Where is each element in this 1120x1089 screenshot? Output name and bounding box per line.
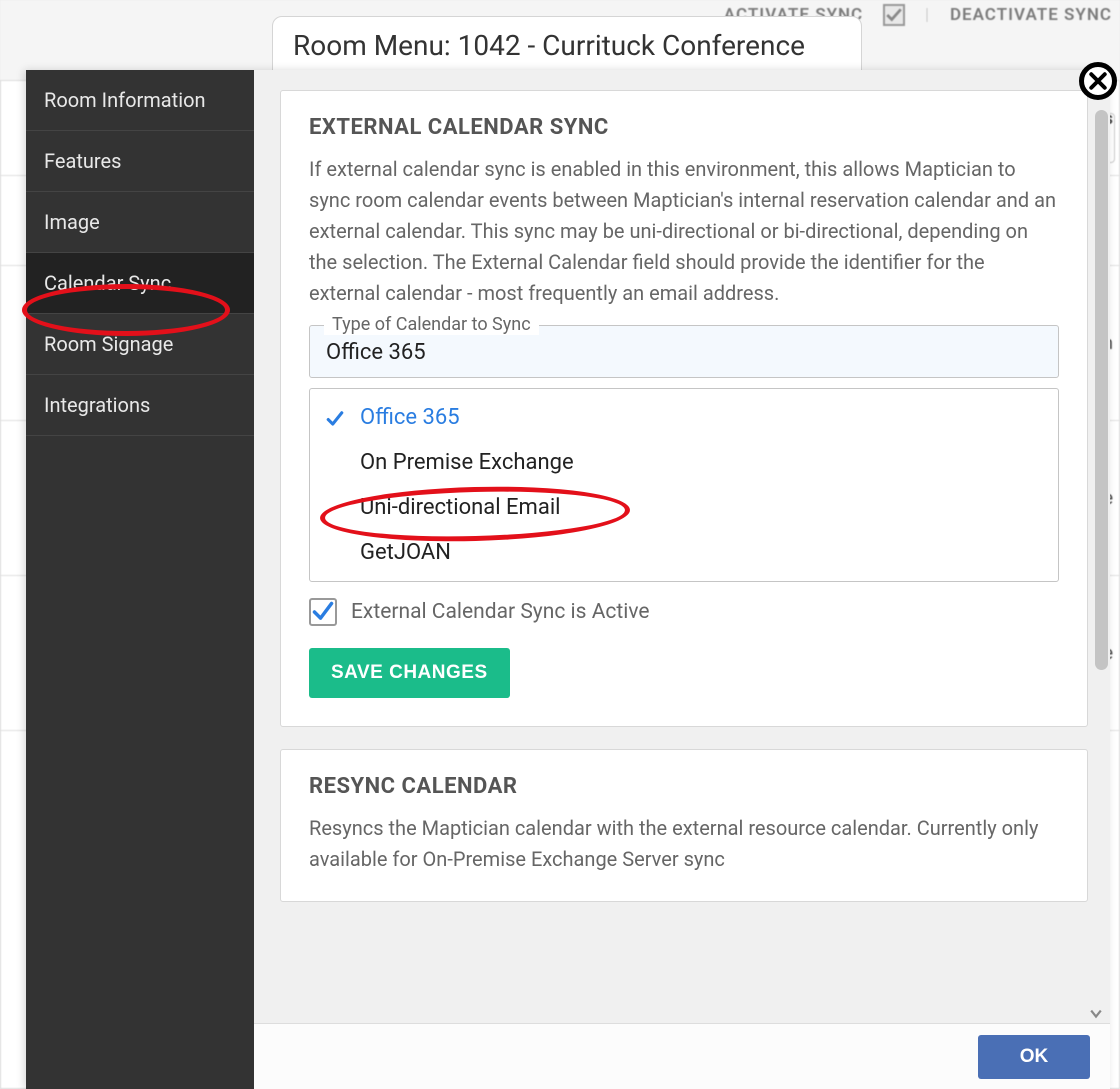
- sidebar-item-label: Calendar Sync: [44, 271, 171, 295]
- option-label: GetJOAN: [360, 540, 451, 565]
- modal-title: Room Menu: 1042 - Currituck Conference: [293, 29, 805, 62]
- sidebar-item-label: Room Signage: [44, 332, 173, 356]
- external-sync-panel: EXTERNAL CALENDAR SYNC If external calen…: [280, 90, 1088, 727]
- panel-description: If external calendar sync is enabled in …: [309, 154, 1059, 309]
- option-label: Office 365: [360, 405, 460, 430]
- check-icon: [326, 409, 344, 427]
- sidebar-item-calendar-sync[interactable]: Calendar Sync: [26, 253, 254, 314]
- sidebar-item-integrations[interactable]: Integrations: [26, 375, 254, 436]
- panel-heading: EXTERNAL CALENDAR SYNC: [309, 115, 1059, 140]
- panel-heading: RESYNC CALENDAR: [309, 774, 1059, 799]
- save-changes-button[interactable]: SAVE CHANGES: [309, 648, 510, 698]
- content-area: EXTERNAL CALENDAR SYNC If external calen…: [254, 70, 1110, 1089]
- sync-active-label: External Calendar Sync is Active: [351, 600, 650, 624]
- modal-footer: OK: [254, 1023, 1110, 1089]
- field-legend: Type of Calendar to Sync: [324, 314, 539, 335]
- activate-sync-checkbox[interactable]: [883, 4, 905, 26]
- sidebar-item-image[interactable]: Image: [26, 192, 254, 253]
- scroll-down-arrow[interactable]: [1090, 1007, 1102, 1019]
- option-office-365[interactable]: Office 365: [310, 395, 1058, 440]
- sidebar-item-label: Room Information: [44, 88, 206, 112]
- close-icon: [1089, 72, 1107, 90]
- option-label: On Premise Exchange: [360, 450, 574, 475]
- option-label: Uni-directional Email: [360, 495, 561, 520]
- check-icon: [312, 601, 334, 623]
- calendar-type-select[interactable]: Type of Calendar to Sync Office 365: [309, 325, 1059, 378]
- save-button-label: SAVE CHANGES: [331, 662, 488, 683]
- ok-button[interactable]: OK: [978, 1035, 1090, 1079]
- close-button[interactable]: [1079, 62, 1117, 100]
- sidebar-item-label: Integrations: [44, 393, 150, 417]
- panel-description: Resyncs the Maptician calendar with the …: [309, 813, 1059, 875]
- toolbar-divider: |: [925, 5, 930, 25]
- modal-title-bar: Room Menu: 1042 - Currituck Conference: [272, 16, 862, 73]
- modal: Room Information Features Image Calendar…: [26, 70, 1110, 1089]
- resync-panel: RESYNC CALENDAR Resyncs the Maptician ca…: [280, 749, 1088, 902]
- field-value: Office 365: [326, 340, 1042, 365]
- option-getjoan[interactable]: GetJOAN: [310, 530, 1058, 575]
- sidebar-item-features[interactable]: Features: [26, 131, 254, 192]
- sync-active-checkbox[interactable]: [309, 598, 337, 626]
- sidebar-item-room-information[interactable]: Room Information: [26, 70, 254, 131]
- option-on-premise-exchange[interactable]: On Premise Exchange: [310, 440, 1058, 485]
- sync-active-row: External Calendar Sync is Active: [309, 598, 1059, 626]
- deactivate-sync-label: DEACTIVATE SYNC: [950, 5, 1112, 25]
- scrollbar-thumb[interactable]: [1095, 110, 1108, 670]
- sidebar: Room Information Features Image Calendar…: [26, 70, 254, 1089]
- option-uni-directional-email[interactable]: Uni-directional Email: [310, 485, 1058, 530]
- sidebar-item-label: Image: [44, 210, 100, 234]
- calendar-type-dropdown: Office 365 On Premise Exchange Uni-direc…: [309, 388, 1059, 582]
- sidebar-item-label: Features: [44, 149, 121, 173]
- ok-button-label: OK: [1020, 1046, 1049, 1067]
- sidebar-item-room-signage[interactable]: Room Signage: [26, 314, 254, 375]
- scrollbar[interactable]: [1093, 70, 1108, 1089]
